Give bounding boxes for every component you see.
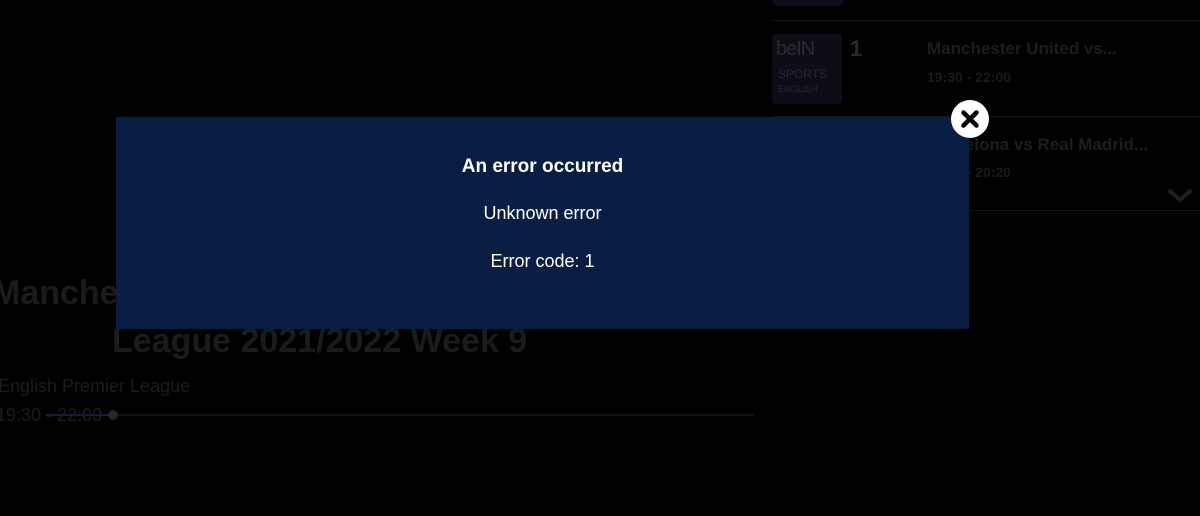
error-title: An error occurred — [461, 156, 624, 177]
channel-number: 1 — [850, 36, 863, 61]
error-modal: An error occurred Unknown error Error co… — [116, 117, 969, 329]
error-message: Unknown error — [483, 203, 602, 223]
list-divider — [772, 20, 1200, 21]
bein-logo: beIN SPORTS ENGLISH — [772, 34, 842, 104]
player-page: Manchester United vs Liverpool Premier L… — [0, 0, 1200, 516]
progress-knob[interactable] — [108, 410, 119, 420]
close-modal-button[interactable] — [951, 100, 989, 138]
list-item-time: 19:30 - 22:00 — [927, 69, 1012, 85]
logo-brand-text: beIN — [776, 38, 815, 60]
logo-language-text: ENGLISH — [778, 84, 818, 94]
error-code: Error code: 1 — [490, 251, 595, 271]
program-league: English Premier League — [0, 376, 191, 396]
close-icon — [961, 110, 979, 128]
chevron-down-icon[interactable] — [1166, 186, 1194, 206]
progress-fill — [46, 414, 114, 416]
list-item-title: Manchester United vs... — [927, 39, 1117, 58]
logo-sports-text: SPORTS — [778, 67, 828, 81]
channel-logo-bein-sports-english[interactable]: beIN SPORTS ENGLISH 1 — [772, 34, 882, 104]
program-progress-bar[interactable] — [46, 410, 754, 420]
previous-channel-logo[interactable] — [772, 0, 844, 6]
